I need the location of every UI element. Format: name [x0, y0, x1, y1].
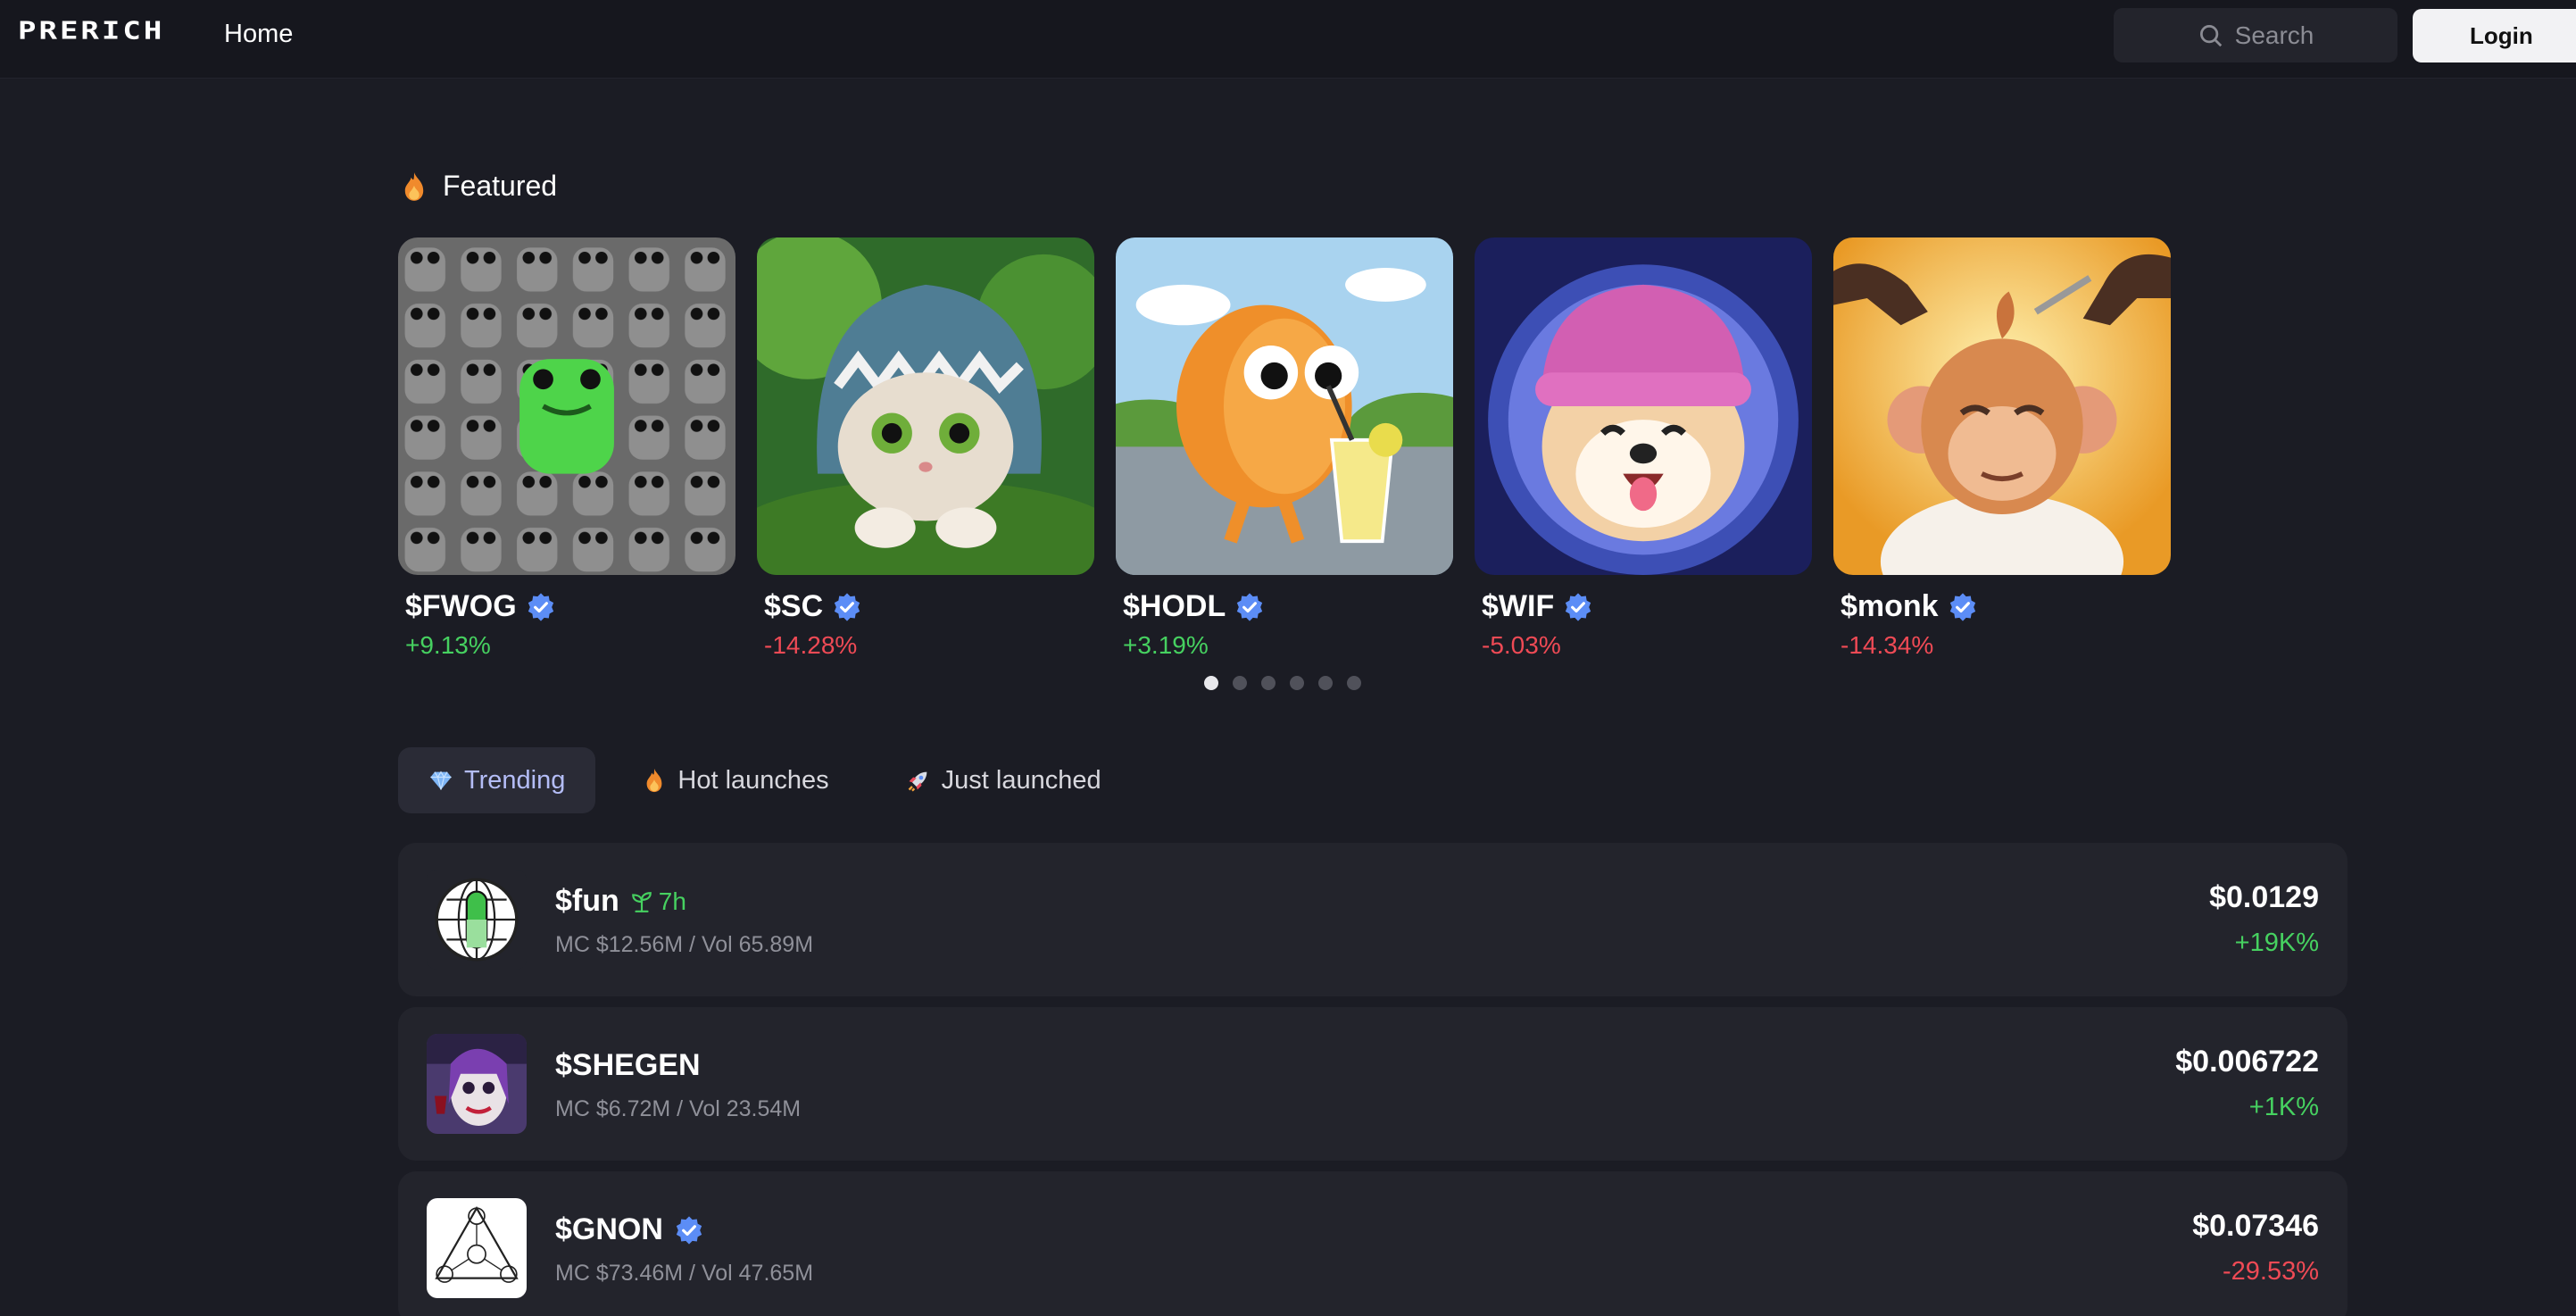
sc-image — [757, 237, 1094, 575]
login-button[interactable]: Login — [2413, 9, 2576, 62]
price-change: +1K% — [2248, 1093, 2319, 1121]
rocket-icon — [908, 771, 927, 792]
featured-card-monk[interactable]: $monk -14.34% — [1833, 237, 2171, 660]
card-change: +9.13% — [405, 631, 491, 659]
token-row-fun[interactable]: $fun 7h MC $12.56M / Vol 65.89M $0.0129 … — [398, 843, 2347, 996]
token-price: $0.0129 — [2209, 880, 2319, 914]
market-stats: MC $6.72M / Vol 23.54M — [555, 1096, 802, 1121]
token-tabs: Trending Hot launches Just launched — [398, 747, 1132, 813]
featured-card-wif[interactable]: $WIF -5.03% — [1475, 237, 1812, 660]
prerich-logo[interactable]: PRERICH — [18, 16, 164, 46]
verified-badge-icon — [1949, 592, 1975, 621]
token-price: $0.07346 — [2192, 1209, 2319, 1243]
wif-image — [1475, 237, 1812, 575]
row-ticker: $SHEGEN — [555, 1048, 701, 1082]
carousel-pagination — [1204, 676, 1361, 690]
card-change: -14.28% — [764, 631, 858, 659]
row-ticker: $GNON — [555, 1212, 663, 1246]
card-ticker: $WIF — [1482, 589, 1555, 623]
card-ticker: $SC — [764, 589, 824, 623]
featured-heading: Featured — [402, 170, 557, 203]
token-price: $0.006722 — [2175, 1045, 2319, 1079]
monk-image — [1833, 237, 2171, 575]
card-title: $SC — [764, 589, 1094, 624]
featured-card-fwog[interactable]: $FWOG +9.13% — [398, 237, 735, 660]
card-change: +3.19% — [1123, 631, 1209, 659]
flame-icon — [646, 768, 662, 793]
fun-avatar — [427, 870, 527, 970]
card-ticker: $HODL — [1123, 589, 1226, 623]
card-title: $FWOG — [405, 589, 735, 624]
verified-badge-icon — [1566, 592, 1591, 621]
tab-hot-launches[interactable]: Hot launches — [611, 747, 859, 813]
sprout-icon — [631, 891, 652, 912]
card-ticker: $monk — [1841, 589, 1939, 623]
launch-age: 7h — [630, 887, 686, 916]
flame-icon — [404, 171, 424, 201]
price-change: -29.53% — [2222, 1257, 2319, 1286]
row-title: $GNON — [555, 1212, 704, 1247]
carousel-dot[interactable] — [1233, 676, 1247, 690]
market-stats: MC $12.56M / Vol 65.89M — [555, 932, 814, 957]
tab-trending[interactable]: Trending — [398, 747, 596, 813]
token-row-gnon[interactable]: $GNON MC $73.46M / Vol 47.65M $0.07346 -… — [398, 1171, 2347, 1316]
gnon-avatar — [427, 1198, 527, 1298]
tab-label: Hot launches — [677, 765, 829, 795]
carousel-dot[interactable] — [1204, 676, 1218, 690]
tab-just-launched[interactable]: Just launched — [876, 747, 1132, 813]
card-title: $HODL — [1123, 589, 1453, 624]
card-change: -14.34% — [1841, 631, 1934, 659]
search-icon — [2199, 24, 2222, 46]
tab-label: Trending — [464, 765, 566, 795]
row-title: $SHEGEN — [555, 1048, 701, 1083]
carousel-dot[interactable] — [1347, 676, 1361, 690]
card-title: $monk — [1841, 589, 2171, 624]
top-nav-bar: PRERICH Home Search Login — [0, 0, 2576, 79]
gem-icon — [430, 770, 452, 790]
carousel-dot[interactable] — [1318, 676, 1333, 690]
verified-badge-icon — [676, 1215, 702, 1245]
card-title: $WIF — [1482, 589, 1812, 624]
nav-home-link[interactable]: Home — [224, 20, 293, 49]
verified-badge-icon — [834, 592, 860, 621]
token-row-shegen[interactable]: $SHEGEN MC $6.72M / Vol 23.54M $0.006722… — [398, 1007, 2347, 1161]
row-title: $fun 7h — [555, 884, 686, 919]
carousel-dot[interactable] — [1261, 676, 1276, 690]
card-ticker: $FWOG — [405, 589, 517, 623]
hodl-image — [1116, 237, 1453, 575]
search-box[interactable]: Search — [2114, 8, 2397, 62]
tab-label: Just launched — [941, 765, 1101, 795]
row-ticker: $fun — [555, 884, 619, 918]
shegen-avatar — [427, 1034, 527, 1134]
featured-card-sc[interactable]: $SC -14.28% — [757, 237, 1094, 660]
search-placeholder: Search — [2234, 21, 2314, 49]
market-stats: MC $73.46M / Vol 47.65M — [555, 1261, 814, 1286]
verified-badge-icon — [528, 592, 553, 621]
card-change: -5.03% — [1482, 631, 1561, 659]
featured-title: Featured — [443, 170, 558, 202]
featured-card-hodl[interactable]: $HODL +3.19% — [1116, 237, 1453, 660]
verified-badge-icon — [1237, 592, 1263, 621]
age-text: 7h — [658, 887, 686, 915]
fwog-image — [398, 237, 735, 575]
carousel-dot[interactable] — [1290, 676, 1304, 690]
price-change: +19K% — [2234, 929, 2319, 957]
